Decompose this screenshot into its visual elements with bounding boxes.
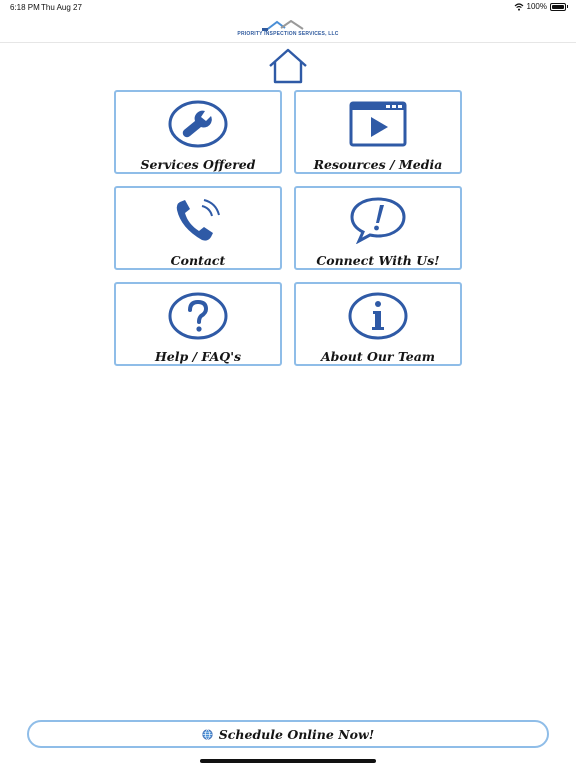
home-indicator-bar[interactable] xyxy=(200,759,376,763)
status-time: 6:18 PM xyxy=(10,3,40,12)
status-bar: 6:18 PM Thu Aug 27 100% xyxy=(0,0,576,14)
chat-exclamation-icon xyxy=(350,197,406,244)
tile-label: Services Offered xyxy=(140,157,256,172)
wifi-icon xyxy=(514,2,523,11)
status-date: Thu Aug 27 xyxy=(41,3,82,12)
logo-title: PRIORITY INSPECTION SERVICES, LLC xyxy=(237,30,339,37)
home-icon[interactable] xyxy=(267,48,309,84)
tile-label: Contact xyxy=(170,253,226,268)
tile-about-our-team[interactable]: About Our Team xyxy=(294,282,462,366)
tile-label: Resources / Media xyxy=(313,157,443,172)
tile-contact[interactable]: Contact xyxy=(114,186,282,270)
company-logo: PRIORITY INSPECTION SERVICES, LLC xyxy=(237,19,339,37)
video-play-icon xyxy=(349,101,407,147)
tile-connect-with-us[interactable]: Connect With Us! xyxy=(294,186,462,270)
phone-icon xyxy=(176,199,220,241)
battery-icon xyxy=(550,2,568,11)
tile-help-faq[interactable]: Help / FAQ's xyxy=(114,282,282,366)
tile-resources-media[interactable]: Resources / Media xyxy=(294,90,462,174)
question-icon xyxy=(168,292,228,340)
app-screen: 6:18 PM Thu Aug 27 100% PRIORITY INSPECT… xyxy=(0,0,576,768)
menu-grid: Services Offered Resources / Media Conta… xyxy=(114,90,462,366)
globe-icon xyxy=(202,728,213,740)
tile-label: Help / FAQ's xyxy=(154,349,242,364)
battery-percent: 100% xyxy=(526,2,547,11)
info-icon xyxy=(348,292,408,340)
tile-label: About Our Team xyxy=(320,349,436,364)
app-header: PRIORITY INSPECTION SERVICES, LLC xyxy=(0,14,576,43)
wrench-icon xyxy=(168,100,228,148)
schedule-button-label: Schedule Online Now! xyxy=(218,726,375,742)
status-right: 100% xyxy=(514,2,568,11)
house-roof-logo xyxy=(262,19,304,32)
schedule-online-button[interactable]: Schedule Online Now! xyxy=(27,720,549,748)
tile-services-offered[interactable]: Services Offered xyxy=(114,90,282,174)
tile-label: Connect With Us! xyxy=(316,253,440,268)
